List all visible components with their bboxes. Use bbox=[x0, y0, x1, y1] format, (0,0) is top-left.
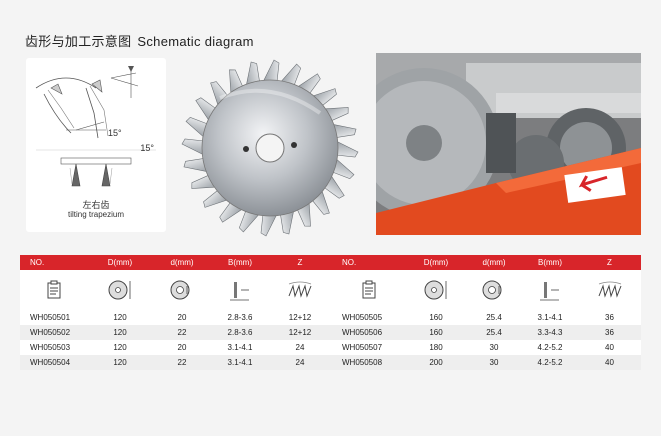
table-cell: 30 bbox=[466, 340, 522, 355]
document-icon bbox=[362, 280, 376, 299]
kerf-width-icon bbox=[540, 282, 559, 301]
table-row: WH050502 120 22 2.8-3.6 12+12 WH050506 160 25.4… bbox=[20, 325, 641, 340]
saw-tooth bbox=[262, 59, 280, 83]
column-header: B(mm) bbox=[212, 255, 268, 270]
outer-diameter-icon bbox=[108, 280, 131, 300]
table-cell: WH050501 bbox=[20, 310, 88, 325]
column-header: d(mm) bbox=[466, 255, 522, 270]
table-cell: 40 bbox=[578, 340, 641, 355]
bore-diameter-icon bbox=[482, 280, 502, 300]
table-cell: 12+12 bbox=[268, 310, 332, 325]
table-cell: 24 bbox=[268, 340, 332, 355]
saw-tooth bbox=[260, 213, 278, 237]
table-cell: 30 bbox=[466, 355, 522, 370]
table-cell: 36 bbox=[578, 325, 641, 340]
table-header-row: NO. D(mm) d(mm) B(mm) Z NO. D(mm) d(mm) B(mm) Z bbox=[20, 255, 641, 270]
table-cell: 20 bbox=[152, 310, 212, 325]
table-cell: 160 bbox=[406, 310, 466, 325]
table-cell: 22 bbox=[152, 355, 212, 370]
table-cell: WH050506 bbox=[332, 325, 406, 340]
table-cell: WH050503 bbox=[20, 340, 88, 355]
icon-cell bbox=[332, 270, 406, 310]
table-cell: 120 bbox=[88, 340, 152, 355]
column-header: Z bbox=[578, 255, 641, 270]
table-cell: 3.1-4.1 bbox=[212, 340, 268, 355]
table-cell: 120 bbox=[88, 325, 152, 340]
column-header: D(mm) bbox=[406, 255, 466, 270]
document-icon bbox=[47, 280, 61, 299]
schematic-diagram: 15° 15° 左右齿 tilting trapezium bbox=[26, 58, 166, 232]
table-cell: 12+12 bbox=[268, 325, 332, 340]
table-cell: WH050502 bbox=[20, 325, 88, 340]
table-cell: 25.4 bbox=[466, 310, 522, 325]
schematic-caption-en: tilting trapezium bbox=[67, 210, 125, 219]
table-cell: 3.3-4.3 bbox=[522, 325, 578, 340]
teeth-count-icon bbox=[288, 281, 312, 298]
icon-cell bbox=[578, 270, 641, 310]
table-cell: 120 bbox=[88, 355, 152, 370]
page-title: 齿形与加工示意图 Schematic diagram bbox=[25, 31, 254, 50]
table-row: WH050501 120 20 2.8-3.6 12+12 WH050505 160 25.4… bbox=[20, 310, 641, 325]
angle-label-top: 15° bbox=[140, 143, 154, 153]
table-cell: 3.1-4.1 bbox=[522, 310, 578, 325]
table-cell: 2.8-3.6 bbox=[212, 325, 268, 340]
saw-tooth bbox=[335, 140, 359, 158]
icon-cell bbox=[212, 270, 268, 310]
table-cell: 200 bbox=[406, 355, 466, 370]
teeth-count-icon bbox=[598, 281, 621, 298]
saw-tooth bbox=[181, 138, 205, 156]
table-cell: 120 bbox=[88, 310, 152, 325]
icon-cell bbox=[88, 270, 152, 310]
table-row: WH050504 120 22 3.1-4.1 24 WH050508 200 30 4.2-5… bbox=[20, 355, 641, 370]
saw-blade-image bbox=[180, 58, 360, 243]
table-cell: 180 bbox=[406, 340, 466, 355]
table-cell: 36 bbox=[578, 310, 641, 325]
column-header: Z bbox=[268, 255, 332, 270]
title-en: Schematic diagram bbox=[137, 34, 254, 49]
table-cell: 3.1-4.1 bbox=[212, 355, 268, 370]
outer-diameter-icon bbox=[424, 280, 447, 300]
kerf-width-icon bbox=[230, 282, 249, 301]
icon-cell bbox=[152, 270, 212, 310]
table-cell: 25.4 bbox=[466, 325, 522, 340]
icon-cell bbox=[268, 270, 332, 310]
column-header: B(mm) bbox=[522, 255, 578, 270]
icon-cell bbox=[20, 270, 88, 310]
table-cell: WH050505 bbox=[332, 310, 406, 325]
spec-table: NO. D(mm) d(mm) B(mm) Z NO. D(mm) d(mm) B(mm) Z W… bbox=[20, 255, 641, 370]
machine-photo bbox=[376, 53, 641, 235]
table-row: WH050503 120 20 3.1-4.1 24 WH050507 180 30 4.2-5… bbox=[20, 340, 641, 355]
column-header: NO. bbox=[20, 255, 88, 270]
table-cell: 20 bbox=[152, 340, 212, 355]
column-header: d(mm) bbox=[152, 255, 212, 270]
table-cell: 24 bbox=[268, 355, 332, 370]
table-cell: 2.8-3.6 bbox=[212, 310, 268, 325]
table-cell: 160 bbox=[406, 325, 466, 340]
table-cell: 4.2-5.2 bbox=[522, 355, 578, 370]
column-header: NO. bbox=[332, 255, 406, 270]
table-cell: WH050504 bbox=[20, 355, 88, 370]
table-cell: 40 bbox=[578, 355, 641, 370]
column-header: D(mm) bbox=[88, 255, 152, 270]
title-cn: 齿形与加工示意图 bbox=[25, 34, 132, 49]
tooth-profile-drawing: 15° 15° bbox=[35, 66, 156, 187]
table-cell: 22 bbox=[152, 325, 212, 340]
bore-diameter-icon bbox=[170, 280, 190, 300]
table-cell: WH050508 bbox=[332, 355, 406, 370]
table-icon-row bbox=[20, 270, 641, 310]
icon-cell bbox=[466, 270, 522, 310]
table-cell: WH050507 bbox=[332, 340, 406, 355]
angle-label-mid: 15° bbox=[108, 128, 122, 138]
table-cell: 4.2-5.2 bbox=[522, 340, 578, 355]
icon-cell bbox=[406, 270, 466, 310]
icon-cell bbox=[522, 270, 578, 310]
